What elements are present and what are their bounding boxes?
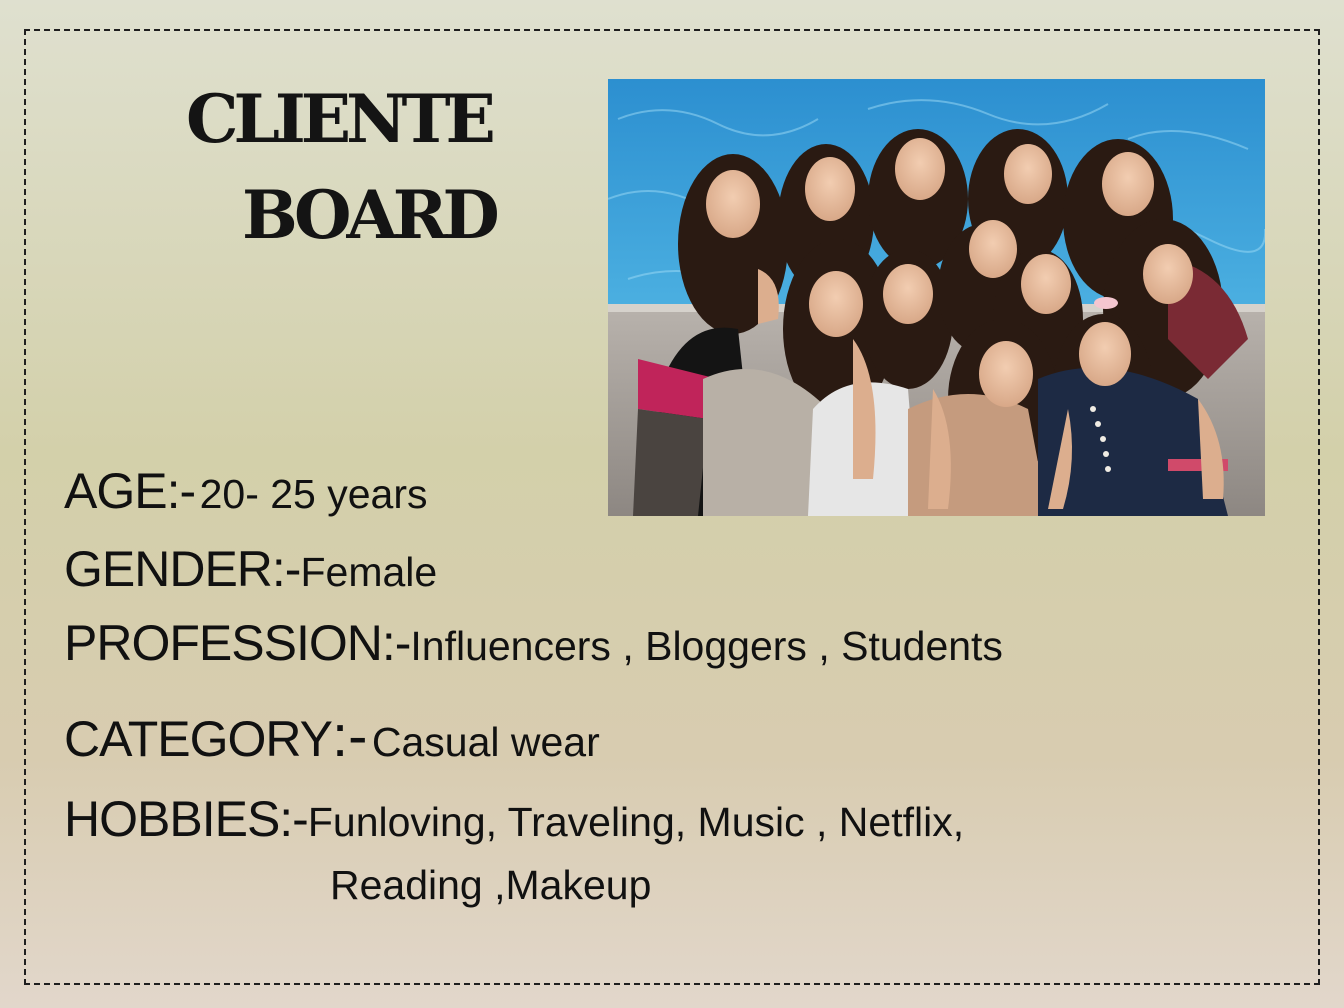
gender-row: GENDER:-Female — [64, 540, 437, 598]
age-label: AGE:- — [64, 463, 196, 519]
age-row: AGE:- 20- 25 years — [64, 462, 428, 520]
category-label: CATEGORY — [64, 711, 333, 767]
hobbies-value-line-2: Reading ,Makeup — [330, 862, 652, 908]
title-line-1: CLIENTE — [186, 80, 496, 158]
hobbies-value-line-1: Funloving, Traveling, Music , Netflix, — [307, 799, 965, 845]
category-row: CATEGORY:- Casual wear — [64, 703, 600, 770]
profession-row: PROFESSION:-Influencers , Bloggers , Stu… — [64, 614, 1003, 672]
hobbies-label: HOBBIES:- — [64, 791, 309, 847]
age-value: 20- 25 years — [199, 471, 428, 517]
gender-label: GENDER:- — [64, 541, 301, 597]
category-value: Casual wear — [371, 719, 600, 765]
gender-value: Female — [300, 549, 438, 595]
profession-value: Influencers , Bloggers , Students — [410, 623, 1003, 669]
title-line-2: BOARD — [242, 176, 500, 254]
profession-label: PROFESSION:- — [64, 615, 411, 671]
category-separator: :- — [331, 704, 368, 769]
group-photo — [608, 79, 1265, 516]
hobbies-row: HOBBIES:-Funloving, Traveling, Music , N… — [64, 790, 964, 848]
group-photo-image — [608, 79, 1265, 516]
